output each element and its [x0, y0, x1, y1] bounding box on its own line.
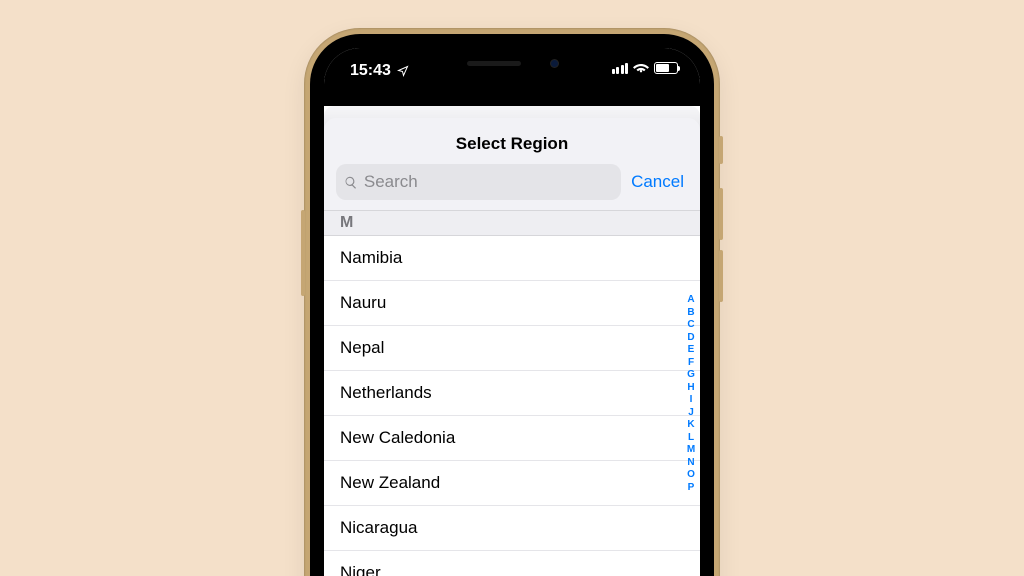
index-letter[interactable]: B: [687, 307, 694, 320]
wifi-icon: [633, 62, 649, 74]
region-list[interactable]: Namibia Nauru Nepal Netherlands New Cale…: [324, 236, 700, 576]
search-row: Cancel: [324, 164, 700, 210]
list-item[interactable]: Nauru: [324, 281, 700, 326]
status-time: 15:43: [350, 62, 391, 80]
earpiece-speaker: [467, 61, 521, 66]
phone-bezel: 15:43: [310, 34, 714, 576]
front-camera: [551, 60, 558, 67]
list-item[interactable]: New Caledonia: [324, 416, 700, 461]
volume-down-button: [719, 250, 723, 302]
power-button: [301, 210, 305, 296]
index-letter[interactable]: I: [690, 394, 693, 407]
index-letter[interactable]: O: [687, 469, 695, 482]
index-letter[interactable]: F: [688, 357, 694, 370]
search-input[interactable]: [364, 172, 613, 192]
index-letter[interactable]: J: [688, 407, 694, 420]
phone-frame: 15:43: [304, 28, 720, 576]
index-bar[interactable]: A B C D E F G H I J K L M N O: [684, 236, 698, 576]
location-icon: [397, 65, 409, 77]
region-sheet: Select Region Cancel M Namibia Nauru Nep…: [324, 118, 700, 576]
mute-switch: [719, 136, 723, 164]
section-header: M: [324, 210, 700, 236]
volume-up-button: [719, 188, 723, 240]
battery-icon: [654, 62, 678, 74]
index-letter[interactable]: M: [687, 444, 695, 457]
index-letter[interactable]: E: [688, 344, 695, 357]
index-letter[interactable]: L: [688, 432, 694, 445]
index-letter[interactable]: G: [687, 369, 695, 382]
index-letter[interactable]: N: [687, 457, 694, 470]
index-letter[interactable]: D: [687, 332, 694, 345]
cellular-icon: [612, 63, 629, 74]
index-letter[interactable]: H: [687, 382, 694, 395]
search-field[interactable]: [336, 164, 621, 200]
index-letter[interactable]: P: [688, 482, 695, 495]
notch: [420, 48, 604, 78]
cancel-button[interactable]: Cancel: [631, 172, 688, 192]
search-icon: [344, 175, 358, 190]
list-item[interactable]: Namibia: [324, 236, 700, 281]
sheet-title: Select Region: [324, 118, 700, 164]
index-letter[interactable]: A: [687, 294, 694, 307]
index-letter[interactable]: C: [687, 319, 694, 332]
list-item[interactable]: Nepal: [324, 326, 700, 371]
list-item[interactable]: New Zealand: [324, 461, 700, 506]
index-letter[interactable]: K: [687, 419, 694, 432]
list-item[interactable]: Nicaragua: [324, 506, 700, 551]
list-item[interactable]: Netherlands: [324, 371, 700, 416]
screen: 15:43: [324, 48, 700, 576]
list-item[interactable]: Niger: [324, 551, 700, 576]
